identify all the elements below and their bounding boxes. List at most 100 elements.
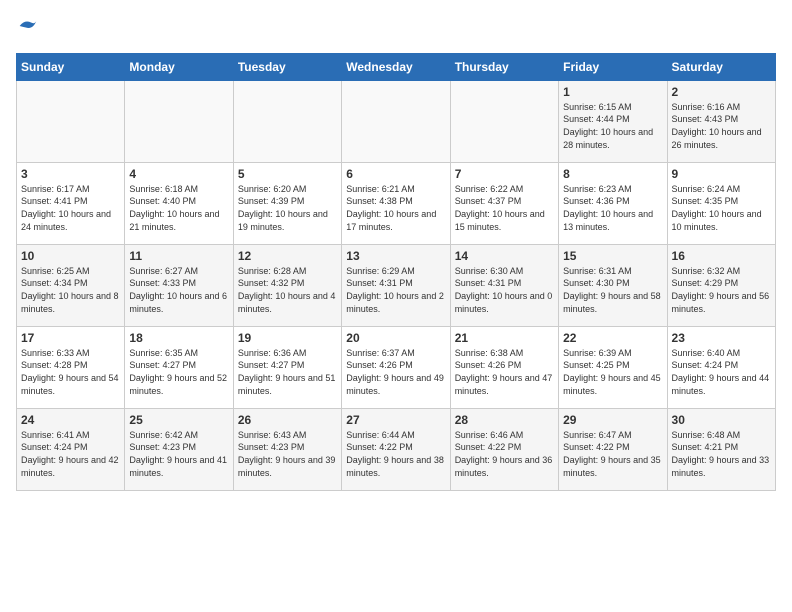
week-row-3: 10Sunrise: 6:25 AM Sunset: 4:34 PM Dayli… bbox=[17, 244, 776, 326]
header-cell-wednesday: Wednesday bbox=[342, 53, 450, 80]
day-cell: 29 Sunrise: 6:47 AM Sunset: 4:22 PM Dayli… bbox=[559, 408, 667, 490]
day-number: 8 bbox=[563, 167, 662, 181]
day-info: Sunrise: 6:33 AM Sunset: 4:28 PM Dayligh… bbox=[21, 347, 120, 397]
day-cell: 22 Sunrise: 6:39 AM Sunset: 4:25 PM Dayli… bbox=[559, 326, 667, 408]
day-info: Sunrise: 6:22 AM Sunset: 4:37 PM Dayligh… bbox=[455, 183, 554, 233]
header-cell-monday: Monday bbox=[125, 53, 233, 80]
day-cell: 17 Sunrise: 6:33 AM Sunset: 4:28 PM Dayli… bbox=[17, 326, 125, 408]
day-cell: 23Sunrise: 6:40 AM Sunset: 4:24 PM Dayli… bbox=[667, 326, 775, 408]
day-number: 12 bbox=[238, 249, 337, 263]
day-info: Sunrise: 6:36 AM Sunset: 4:27 PM Dayligh… bbox=[238, 347, 337, 397]
day-info: Sunrise: 6:21 AM Sunset: 4:38 PM Dayligh… bbox=[346, 183, 445, 233]
day-cell: 20Sunrise: 6:37 AM Sunset: 4:26 PM Dayli… bbox=[342, 326, 450, 408]
day-info: Sunrise: 6:41 AM Sunset: 4:24 PM Dayligh… bbox=[21, 429, 120, 479]
day-number: 15 bbox=[563, 249, 662, 263]
day-cell: 16Sunrise: 6:32 AM Sunset: 4:29 PM Dayli… bbox=[667, 244, 775, 326]
day-number: 7 bbox=[455, 167, 554, 181]
day-number: 27 bbox=[346, 413, 445, 427]
day-info: Sunrise: 6:39 AM Sunset: 4:25 PM Dayligh… bbox=[563, 347, 662, 397]
day-info: Sunrise: 6:23 AM Sunset: 4:36 PM Dayligh… bbox=[563, 183, 662, 233]
day-info: Sunrise: 6:43 AM Sunset: 4:23 PM Dayligh… bbox=[238, 429, 337, 479]
header-cell-friday: Friday bbox=[559, 53, 667, 80]
day-cell: 12 Sunrise: 6:28 AM Sunset: 4:32 PM Dayli… bbox=[233, 244, 341, 326]
day-cell bbox=[125, 80, 233, 162]
day-info: Sunrise: 6:42 AM Sunset: 4:23 PM Dayligh… bbox=[129, 429, 228, 479]
day-cell: 24 Sunrise: 6:41 AM Sunset: 4:24 PM Dayli… bbox=[17, 408, 125, 490]
header-cell-sunday: Sunday bbox=[17, 53, 125, 80]
day-number: 29 bbox=[563, 413, 662, 427]
day-number: 2 bbox=[672, 85, 771, 99]
day-info: Sunrise: 6:27 AM Sunset: 4:33 PM Dayligh… bbox=[129, 265, 228, 315]
day-cell: 21 Sunrise: 6:38 AM Sunset: 4:26 PM Dayli… bbox=[450, 326, 558, 408]
day-cell: 25Sunrise: 6:42 AM Sunset: 4:23 PM Dayli… bbox=[125, 408, 233, 490]
day-info: Sunrise: 6:28 AM Sunset: 4:32 PM Dayligh… bbox=[238, 265, 337, 315]
day-number: 11 bbox=[129, 249, 228, 263]
day-number: 19 bbox=[238, 331, 337, 345]
logo bbox=[16, 16, 38, 41]
day-number: 4 bbox=[129, 167, 228, 181]
day-cell bbox=[450, 80, 558, 162]
day-number: 28 bbox=[455, 413, 554, 427]
day-info: Sunrise: 6:16 AM Sunset: 4:43 PM Dayligh… bbox=[672, 101, 771, 151]
day-info: Sunrise: 6:47 AM Sunset: 4:22 PM Dayligh… bbox=[563, 429, 662, 479]
day-info: Sunrise: 6:20 AM Sunset: 4:39 PM Dayligh… bbox=[238, 183, 337, 233]
day-info: Sunrise: 6:37 AM Sunset: 4:26 PM Dayligh… bbox=[346, 347, 445, 397]
day-cell: 1 Sunrise: 6:15 AM Sunset: 4:44 PM Daylig… bbox=[559, 80, 667, 162]
header-row: SundayMondayTuesdayWednesdayThursdayFrid… bbox=[17, 53, 776, 80]
day-cell bbox=[17, 80, 125, 162]
day-cell: 10Sunrise: 6:25 AM Sunset: 4:34 PM Dayli… bbox=[17, 244, 125, 326]
day-number: 26 bbox=[238, 413, 337, 427]
day-info: Sunrise: 6:46 AM Sunset: 4:22 PM Dayligh… bbox=[455, 429, 554, 479]
day-number: 21 bbox=[455, 331, 554, 345]
day-number: 23 bbox=[672, 331, 771, 345]
day-info: Sunrise: 6:15 AM Sunset: 4:44 PM Dayligh… bbox=[563, 101, 662, 151]
page-container: SundayMondayTuesdayWednesdayThursdayFrid… bbox=[0, 0, 792, 499]
day-cell: 11 Sunrise: 6:27 AM Sunset: 4:33 PM Dayli… bbox=[125, 244, 233, 326]
day-number: 22 bbox=[563, 331, 662, 345]
day-info: Sunrise: 6:35 AM Sunset: 4:27 PM Dayligh… bbox=[129, 347, 228, 397]
week-row-4: 17 Sunrise: 6:33 AM Sunset: 4:28 PM Dayli… bbox=[17, 326, 776, 408]
day-number: 30 bbox=[672, 413, 771, 427]
day-number: 18 bbox=[129, 331, 228, 345]
header-cell-tuesday: Tuesday bbox=[233, 53, 341, 80]
day-cell: 15 Sunrise: 6:31 AM Sunset: 4:30 PM Dayli… bbox=[559, 244, 667, 326]
day-number: 6 bbox=[346, 167, 445, 181]
calendar-header: SundayMondayTuesdayWednesdayThursdayFrid… bbox=[17, 53, 776, 80]
day-cell: 19 Sunrise: 6:36 AM Sunset: 4:27 PM Dayli… bbox=[233, 326, 341, 408]
day-number: 5 bbox=[238, 167, 337, 181]
day-info: Sunrise: 6:38 AM Sunset: 4:26 PM Dayligh… bbox=[455, 347, 554, 397]
day-cell: 26 Sunrise: 6:43 AM Sunset: 4:23 PM Dayli… bbox=[233, 408, 341, 490]
day-cell: 5 Sunrise: 6:20 AM Sunset: 4:39 PM Daylig… bbox=[233, 162, 341, 244]
day-number: 24 bbox=[21, 413, 120, 427]
day-info: Sunrise: 6:48 AM Sunset: 4:21 PM Dayligh… bbox=[672, 429, 771, 479]
calendar-body: 1 Sunrise: 6:15 AM Sunset: 4:44 PM Daylig… bbox=[17, 80, 776, 490]
day-cell bbox=[233, 80, 341, 162]
day-cell: 18 Sunrise: 6:35 AM Sunset: 4:27 PM Dayli… bbox=[125, 326, 233, 408]
day-cell: 4 Sunrise: 6:18 AM Sunset: 4:40 PM Daylig… bbox=[125, 162, 233, 244]
week-row-2: 3 Sunrise: 6:17 AM Sunset: 4:41 PM Daylig… bbox=[17, 162, 776, 244]
day-number: 1 bbox=[563, 85, 662, 99]
week-row-5: 24 Sunrise: 6:41 AM Sunset: 4:24 PM Dayli… bbox=[17, 408, 776, 490]
day-number: 3 bbox=[21, 167, 120, 181]
day-cell: 14Sunrise: 6:30 AM Sunset: 4:31 PM Dayli… bbox=[450, 244, 558, 326]
day-cell: 28 Sunrise: 6:46 AM Sunset: 4:22 PM Dayli… bbox=[450, 408, 558, 490]
day-info: Sunrise: 6:17 AM Sunset: 4:41 PM Dayligh… bbox=[21, 183, 120, 233]
day-cell: 6 Sunrise: 6:21 AM Sunset: 4:38 PM Daylig… bbox=[342, 162, 450, 244]
day-cell: 3 Sunrise: 6:17 AM Sunset: 4:41 PM Daylig… bbox=[17, 162, 125, 244]
week-row-1: 1 Sunrise: 6:15 AM Sunset: 4:44 PM Daylig… bbox=[17, 80, 776, 162]
day-cell: 13Sunrise: 6:29 AM Sunset: 4:31 PM Dayli… bbox=[342, 244, 450, 326]
day-cell bbox=[342, 80, 450, 162]
header-cell-saturday: Saturday bbox=[667, 53, 775, 80]
logo-text bbox=[16, 16, 38, 41]
day-info: Sunrise: 6:18 AM Sunset: 4:40 PM Dayligh… bbox=[129, 183, 228, 233]
day-number: 17 bbox=[21, 331, 120, 345]
page-header bbox=[16, 16, 776, 41]
day-cell: 8 Sunrise: 6:23 AM Sunset: 4:36 PM Daylig… bbox=[559, 162, 667, 244]
day-number: 14 bbox=[455, 249, 554, 263]
day-info: Sunrise: 6:32 AM Sunset: 4:29 PM Dayligh… bbox=[672, 265, 771, 315]
day-info: Sunrise: 6:24 AM Sunset: 4:35 PM Dayligh… bbox=[672, 183, 771, 233]
day-info: Sunrise: 6:31 AM Sunset: 4:30 PM Dayligh… bbox=[563, 265, 662, 315]
day-cell: 30 Sunrise: 6:48 AM Sunset: 4:21 PM Dayli… bbox=[667, 408, 775, 490]
day-number: 9 bbox=[672, 167, 771, 181]
day-number: 13 bbox=[346, 249, 445, 263]
